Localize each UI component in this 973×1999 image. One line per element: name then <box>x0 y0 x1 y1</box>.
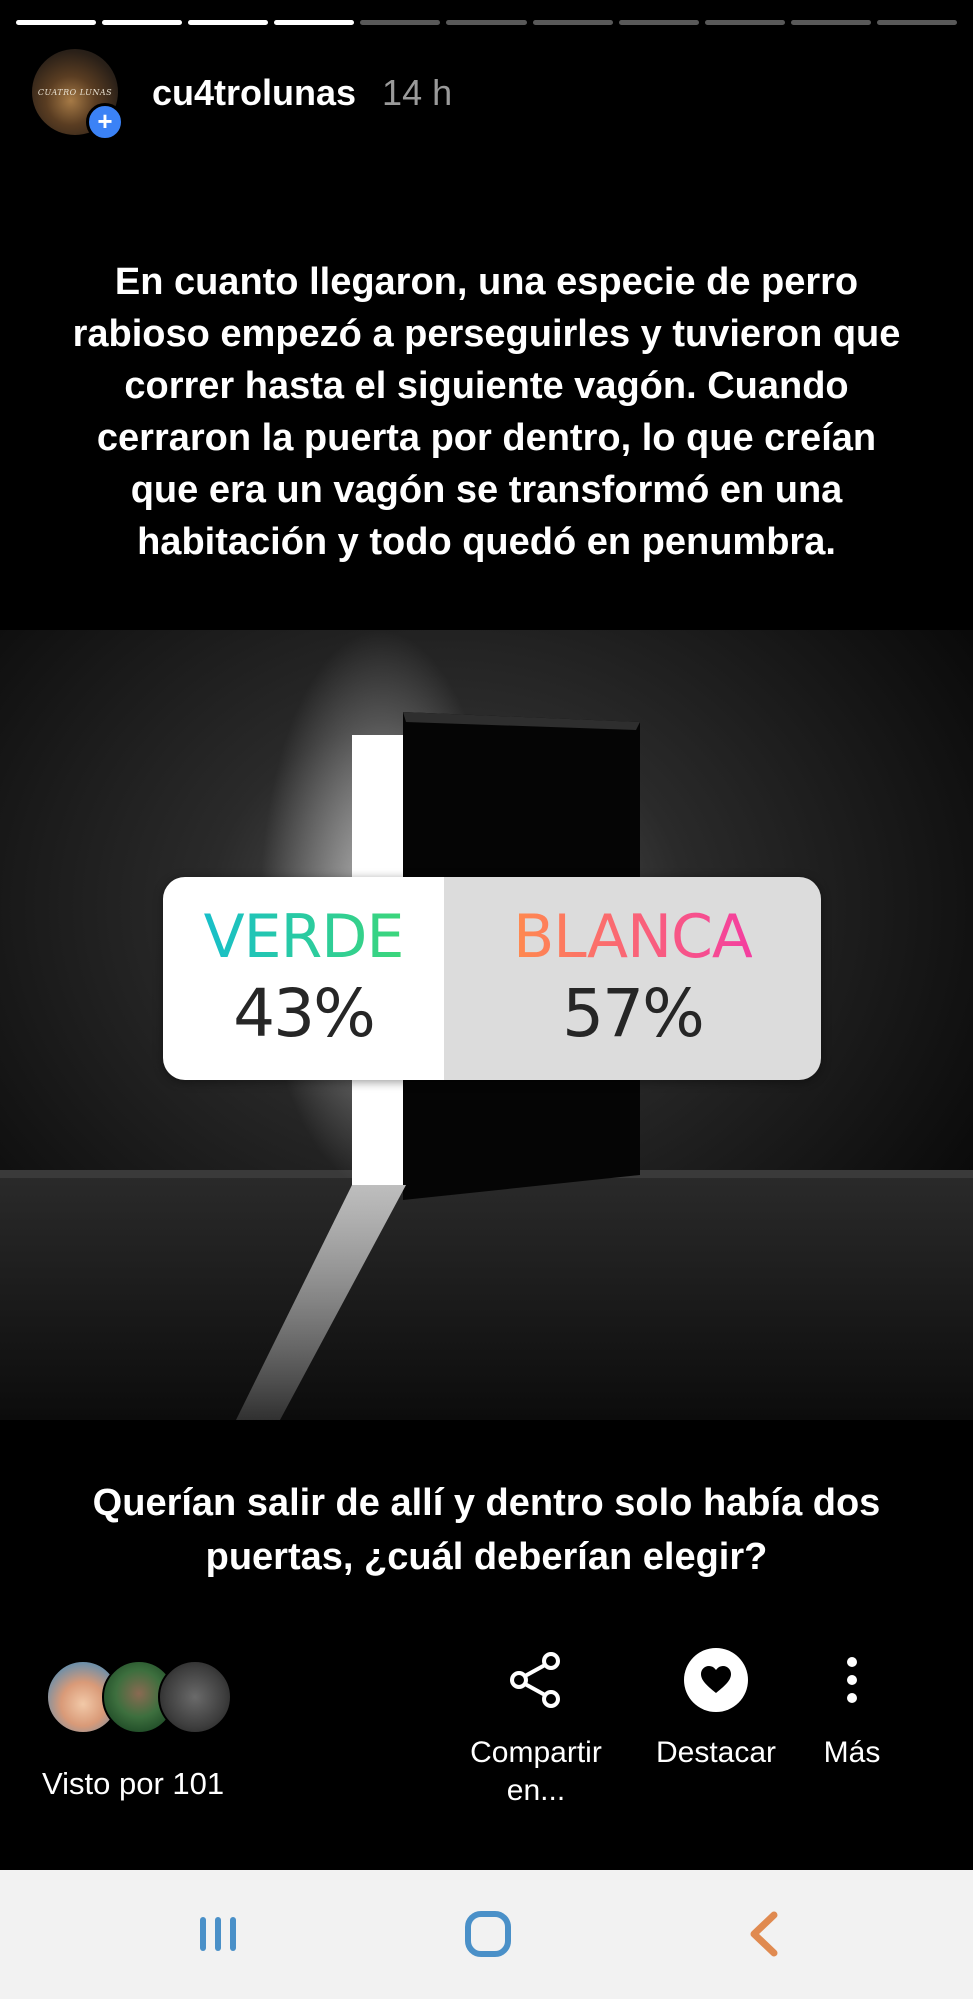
progress-segment <box>532 20 613 25</box>
heart-icon <box>684 1648 748 1712</box>
poll-option-verde[interactable]: VERDE 43% <box>163 877 444 1080</box>
share-label: Compartir en... <box>470 1736 602 1807</box>
share-button[interactable]: Compartir en... <box>456 1648 616 1810</box>
share-icon <box>504 1648 568 1712</box>
poll-option-label: BLANCA <box>513 901 753 972</box>
viewers-count[interactable]: Visto por 101 <box>42 1766 224 1802</box>
progress-segment <box>876 20 958 25</box>
poll-option-label: VERDE <box>203 901 405 972</box>
progress-segment <box>360 20 441 25</box>
back-icon[interactable] <box>734 1904 794 1964</box>
progress-segment <box>16 20 97 25</box>
story-actions: Compartir en... Destacar Más <box>456 1648 916 1828</box>
more-vertical-icon <box>820 1648 884 1712</box>
viewers-avatars[interactable] <box>46 1660 246 1734</box>
poll-option-blanca[interactable]: BLANCA 57% <box>444 877 821 1080</box>
progress-segment <box>188 20 269 25</box>
more-button[interactable]: Más <box>792 1648 912 1772</box>
poll-sticker: VERDE 43% BLANCA 57% <box>163 877 821 1080</box>
progress-segment <box>102 20 183 25</box>
progress-segment <box>618 20 699 25</box>
progress-segment <box>704 20 785 25</box>
highlight-label: Destacar <box>655 1736 777 1769</box>
poll-option-percent: 43% <box>233 974 376 1052</box>
story-progress-bar <box>16 20 958 25</box>
highlight-button[interactable]: Destacar <box>636 1648 796 1772</box>
story-text: En cuanto llegaron, una especie de perro… <box>72 261 901 563</box>
progress-segment <box>790 20 871 25</box>
viewer-avatar <box>158 1660 232 1734</box>
post-time: 14 h <box>382 72 453 113</box>
add-story-plus-icon[interactable]: + <box>86 103 124 141</box>
more-label: Más <box>823 1736 881 1769</box>
username[interactable]: cu4trolunas <box>152 72 356 114</box>
home-icon[interactable] <box>458 1904 518 1964</box>
story-question: Querían salir de allí y dentro solo habí… <box>92 1482 881 1578</box>
poll-option-percent: 57% <box>562 974 705 1052</box>
profile-avatar[interactable]: CUATRO LUNAS + <box>32 49 124 141</box>
android-navigation-bar <box>0 1870 973 1999</box>
avatar-logo-text: CUATRO LUNAS <box>37 87 113 97</box>
progress-segment <box>274 20 355 25</box>
progress-segment <box>446 20 527 25</box>
recent-apps-icon[interactable] <box>188 1904 248 1964</box>
story-header: CUATRO LUNAS + cu4trolunas 14 h <box>32 48 941 141</box>
